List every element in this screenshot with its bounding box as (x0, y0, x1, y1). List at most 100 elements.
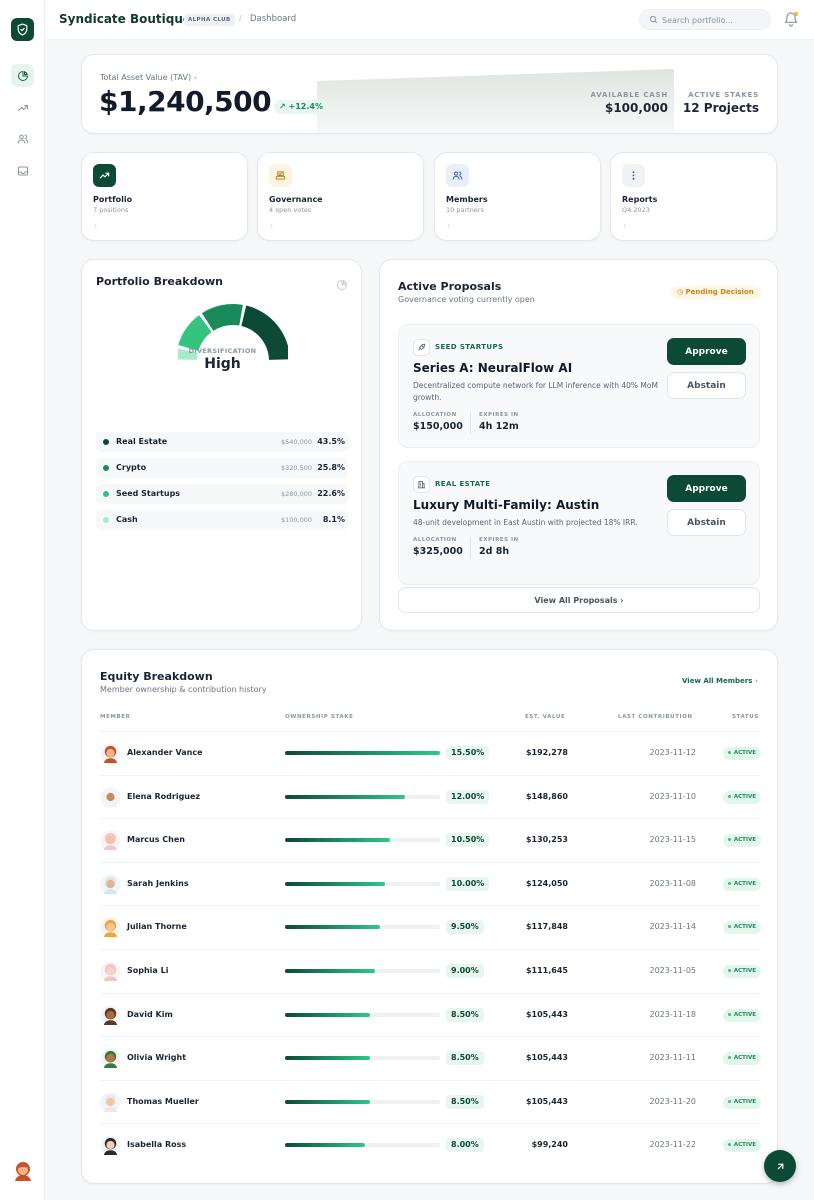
estimated-value: $130,253 (525, 835, 568, 845)
nav-portfolio-pie-chart-icon[interactable] (11, 64, 34, 87)
building-icon (413, 476, 430, 493)
nav-inbox-icon[interactable] (11, 159, 34, 182)
allocation-value: $325,000 (413, 546, 463, 557)
expires-label: EXPIRES IN (479, 537, 519, 543)
table-row[interactable]: Sophia Li 9.00% $111,645 2023-11-05 ACTIVE (100, 949, 761, 993)
shield-logo-icon[interactable] (11, 18, 34, 41)
table-row[interactable]: Julian Thorne 9.50% $117,848 2023-11-14 ACTI… (100, 905, 761, 949)
view-all-proposals-button[interactable]: View All Proposals › (398, 587, 760, 613)
member-name[interactable]: Elena Rodriguez (127, 792, 200, 801)
ownership-percent: 8.50% (446, 1051, 484, 1066)
pie-chart-icon[interactable] (336, 276, 348, 295)
brand-name[interactable]: Syndicate Boutique (59, 12, 191, 26)
last-contribution-date: 2023-11-18 (649, 1009, 697, 1019)
nav-users-icon[interactable] (11, 127, 34, 150)
quick-card-members[interactable]: Members 10 partners › (434, 152, 601, 241)
table-row[interactable]: Olivia Wright 8.50% $105,443 2023-11-11 ACTI… (100, 1036, 761, 1080)
proposal-card: SEED STARTUPS Series A: NeuralFlow AI De… (398, 324, 760, 448)
equity-breakdown-card: Equity Breakdown Member ownership & cont… (81, 649, 778, 1184)
ownership-bar-fill (285, 1143, 365, 1148)
member-name[interactable]: David Kim (127, 1010, 173, 1019)
approve-button[interactable]: Approve (667, 475, 746, 502)
active-stakes-label: ACTIVE STAKES (688, 91, 759, 99)
allocation-row[interactable]: Cash $100,000 8.1% (96, 510, 348, 530)
quick-action-button[interactable] (764, 1150, 796, 1182)
ownership-bar-fill (285, 969, 376, 973)
estimated-value: $105,443 (525, 1096, 568, 1106)
user-avatar[interactable] (12, 1160, 34, 1182)
estimated-value: $111,645 (525, 966, 568, 975)
allocation-row[interactable]: Seed Startups $280,000 22.6% (96, 484, 348, 504)
ownership-bar (285, 1012, 440, 1017)
approve-button[interactable]: Approve (667, 338, 746, 365)
search-input[interactable] (662, 14, 767, 26)
quick-card-subtitle: 4 open votes (269, 206, 312, 214)
nav-trending-up-icon[interactable] (11, 96, 34, 119)
portfolio-breakdown-card: Portfolio Breakdown DIVERSIFICATION High… (81, 259, 362, 631)
ownership-percent: 8.50% (446, 1007, 484, 1022)
ownership-bar (285, 1099, 440, 1104)
last-contribution-date: 2023-11-10 (649, 791, 697, 801)
gauge-value: High (204, 356, 241, 372)
quick-card-governance[interactable]: Governance 4 open votes › (257, 152, 424, 241)
abstain-button[interactable]: Abstain (667, 372, 746, 399)
estimated-value: $192,278 (525, 748, 568, 757)
last-contribution-date: 2023-11-08 (649, 878, 697, 888)
member-name[interactable]: Sophia Li (127, 966, 168, 975)
member-name[interactable]: Isabella Ross (127, 1140, 186, 1149)
table-row[interactable]: Alexander Vance 15.50% $192,278 2023-11-12 A… (100, 731, 761, 775)
table-row[interactable]: Marcus Chen 10.50% $130,253 2023-11-15 ACTIV… (100, 818, 761, 862)
allocation-label: ALLOCATION (413, 537, 457, 543)
table-row[interactable]: Thomas Mueller 8.50% $105,443 2023-11-20 ACT… (100, 1079, 761, 1124)
total-asset-value-card: Total Asset Value (TAV) › $1,240,500 ↗ +… (81, 54, 778, 134)
table-row[interactable]: Isabella Ross 8.00% $99,240 2023-11-22 ACTIV… (100, 1123, 761, 1167)
last-contribution-date: 2023-11-05 (649, 966, 697, 975)
active-proposals-card: Active Proposals Governance voting curre… (379, 259, 778, 631)
arrow-up-right-icon (777, 1163, 783, 1169)
allocation-row[interactable]: Crypto $320,500 25.8% (96, 458, 348, 478)
ownership-percent: 8.50% (446, 1094, 484, 1109)
quick-card-portfolio[interactable]: Portfolio 7 positions › (81, 152, 248, 241)
allocation-percent: 43.5% (317, 437, 345, 446)
last-contribution-date: 2023-11-20 (649, 1096, 697, 1106)
estimated-value: $148,860 (525, 791, 568, 801)
available-cash-label: AVAILABLE CASH (590, 91, 668, 99)
member-name[interactable]: Olivia Wright (127, 1053, 186, 1062)
column-header-value: EST. VALUE (525, 714, 566, 720)
table-row[interactable]: Sarah Jenkins 10.00% $124,050 2023-11-08 ACT… (100, 861, 761, 906)
more-vertical-icon (622, 164, 645, 187)
ownership-bar (285, 794, 440, 799)
quick-card-title: Members (446, 195, 488, 204)
arrow-up-right-icon: ↗ (279, 102, 286, 111)
member-name[interactable]: Sarah Jenkins (127, 879, 189, 888)
ownership-percent: 10.00% (446, 876, 490, 891)
quick-card-reports[interactable]: Reports Q4 2023 › (610, 152, 777, 241)
tav-label[interactable]: Total Asset Value (TAV) › (100, 73, 197, 82)
chevron-right-icon: › (623, 221, 627, 230)
table-row[interactable]: Elena Rodriguez 12.00% $148,860 2023-11-10 A… (100, 774, 761, 819)
member-avatar (100, 961, 121, 982)
search-box[interactable] (639, 9, 771, 30)
member-name[interactable]: Marcus Chen (127, 835, 185, 844)
gauge-segment (178, 315, 212, 351)
member-avatar (100, 1005, 121, 1026)
column-header-last-contribution: LAST CONTRIBUTION (618, 714, 693, 720)
breadcrumb-dashboard[interactable]: Dashboard (250, 14, 296, 24)
ownership-bar (285, 969, 440, 973)
member-name[interactable]: Thomas Mueller (127, 1097, 199, 1106)
member-name[interactable]: Julian Thorne (127, 922, 187, 931)
ownership-bar-fill (285, 1012, 370, 1017)
abstain-button[interactable]: Abstain (667, 509, 746, 536)
quick-card-subtitle: 10 partners (446, 206, 484, 214)
allocation-amount: $100,000 (280, 516, 312, 524)
member-name[interactable]: Alexander Vance (127, 748, 203, 757)
breadcrumb-separator: / (239, 14, 242, 23)
allocation-row[interactable]: Real Estate $540,000 43.5% (96, 432, 348, 452)
ownership-bar-fill (285, 1099, 370, 1104)
chevron-right-icon: › (270, 221, 274, 230)
notification-bell-icon[interactable] (783, 11, 799, 27)
ownership-bar-fill (285, 838, 390, 843)
view-all-members-link[interactable]: View All Members › (682, 677, 758, 685)
sidebar (0, 0, 45, 1200)
table-row[interactable]: David Kim 8.50% $105,443 2023-11-18 ACTIVE (100, 992, 761, 1037)
